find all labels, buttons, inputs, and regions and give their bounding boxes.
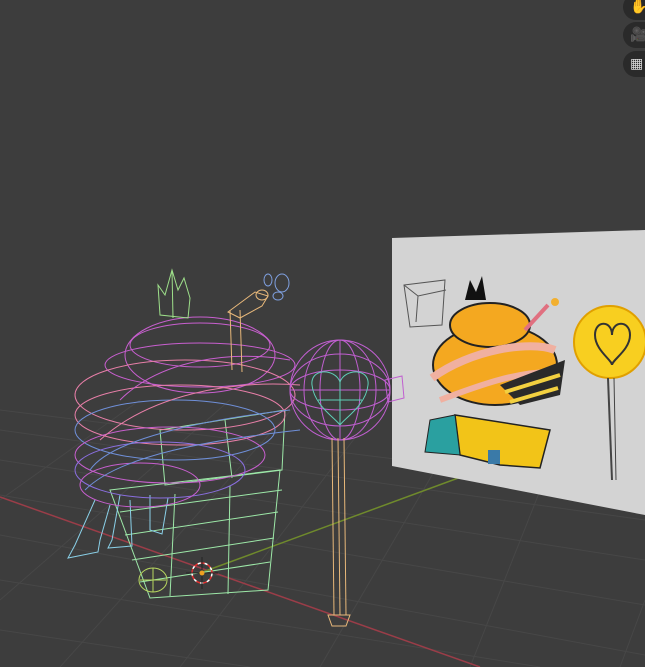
lollipop-head-wireframe [289, 339, 405, 441]
cup-wireframe [109, 409, 286, 599]
base-ornament-wireframe [138, 567, 168, 593]
frosting-wireframe [74, 316, 301, 508]
y-axis-line [199, 469, 481, 574]
x-axis-line [0, 496, 481, 667]
3d-viewport[interactable]: ✋ 🎥 ▦ [0, 0, 645, 667]
grid-view-icon[interactable]: ▦ [623, 51, 645, 77]
lollipop-wireframe[interactable] [289, 339, 405, 627]
crown-wireframe [157, 268, 191, 319]
reference-image-plane[interactable] [392, 230, 645, 515]
legs-wireframe [67, 494, 169, 559]
3d-cursor[interactable] [186, 557, 218, 589]
viewport-canvas[interactable] [0, 0, 645, 667]
camera-icon[interactable]: 🎥 [623, 22, 645, 48]
straw-wireframe [227, 289, 269, 373]
